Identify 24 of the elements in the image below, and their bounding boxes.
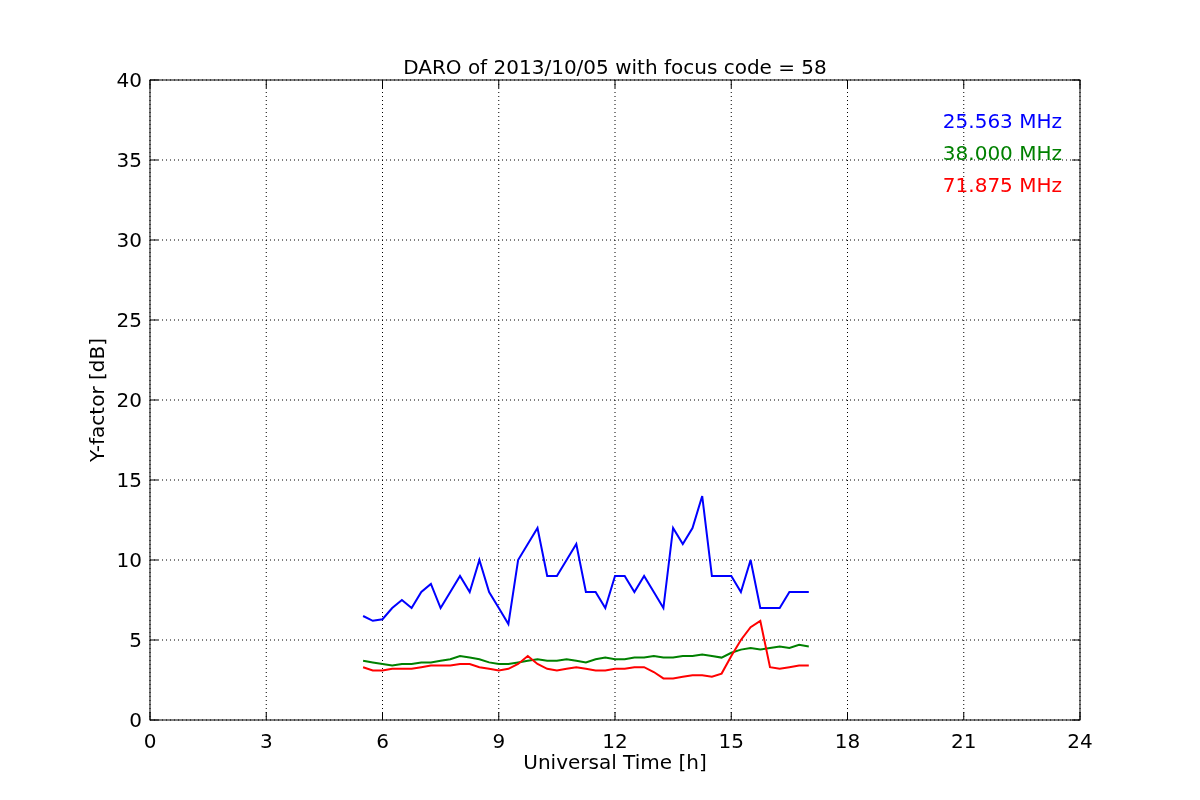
legend-label: 38.000 MHz: [942, 141, 1062, 165]
x-tick-label: 18: [834, 729, 861, 753]
x-tick-label: 12: [602, 729, 628, 753]
y-axis-label: Y-factor [dB]: [85, 338, 109, 462]
chart-title: DARO of 2013/10/05 with focus code = 58: [403, 55, 827, 79]
y-tick-label: 25: [116, 308, 142, 332]
x-tick-label: 21: [951, 729, 977, 753]
x-tick-label: 0: [143, 729, 157, 753]
x-tick-label: 24: [1067, 729, 1093, 753]
x-tick-label: 6: [376, 729, 389, 753]
x-axis-label: Universal Time [h]: [523, 750, 707, 774]
y-tick-label: 10: [116, 548, 142, 572]
y-tick-label: 5: [129, 628, 142, 652]
y-tick-label: 20: [116, 388, 142, 412]
y-tick-label: 30: [116, 228, 142, 252]
y-tick-label: 40: [116, 68, 142, 92]
x-tick-label: 15: [718, 729, 744, 753]
y-tick-label: 35: [116, 148, 142, 172]
x-tick-label: 9: [492, 729, 506, 753]
y-tick-label: 0: [129, 708, 142, 732]
x-tick-label: 3: [259, 729, 273, 753]
legend-label: 25.563 MHz: [942, 109, 1062, 133]
legend-label: 71.875 MHz: [942, 173, 1062, 197]
y-tick-label: 15: [116, 468, 142, 492]
